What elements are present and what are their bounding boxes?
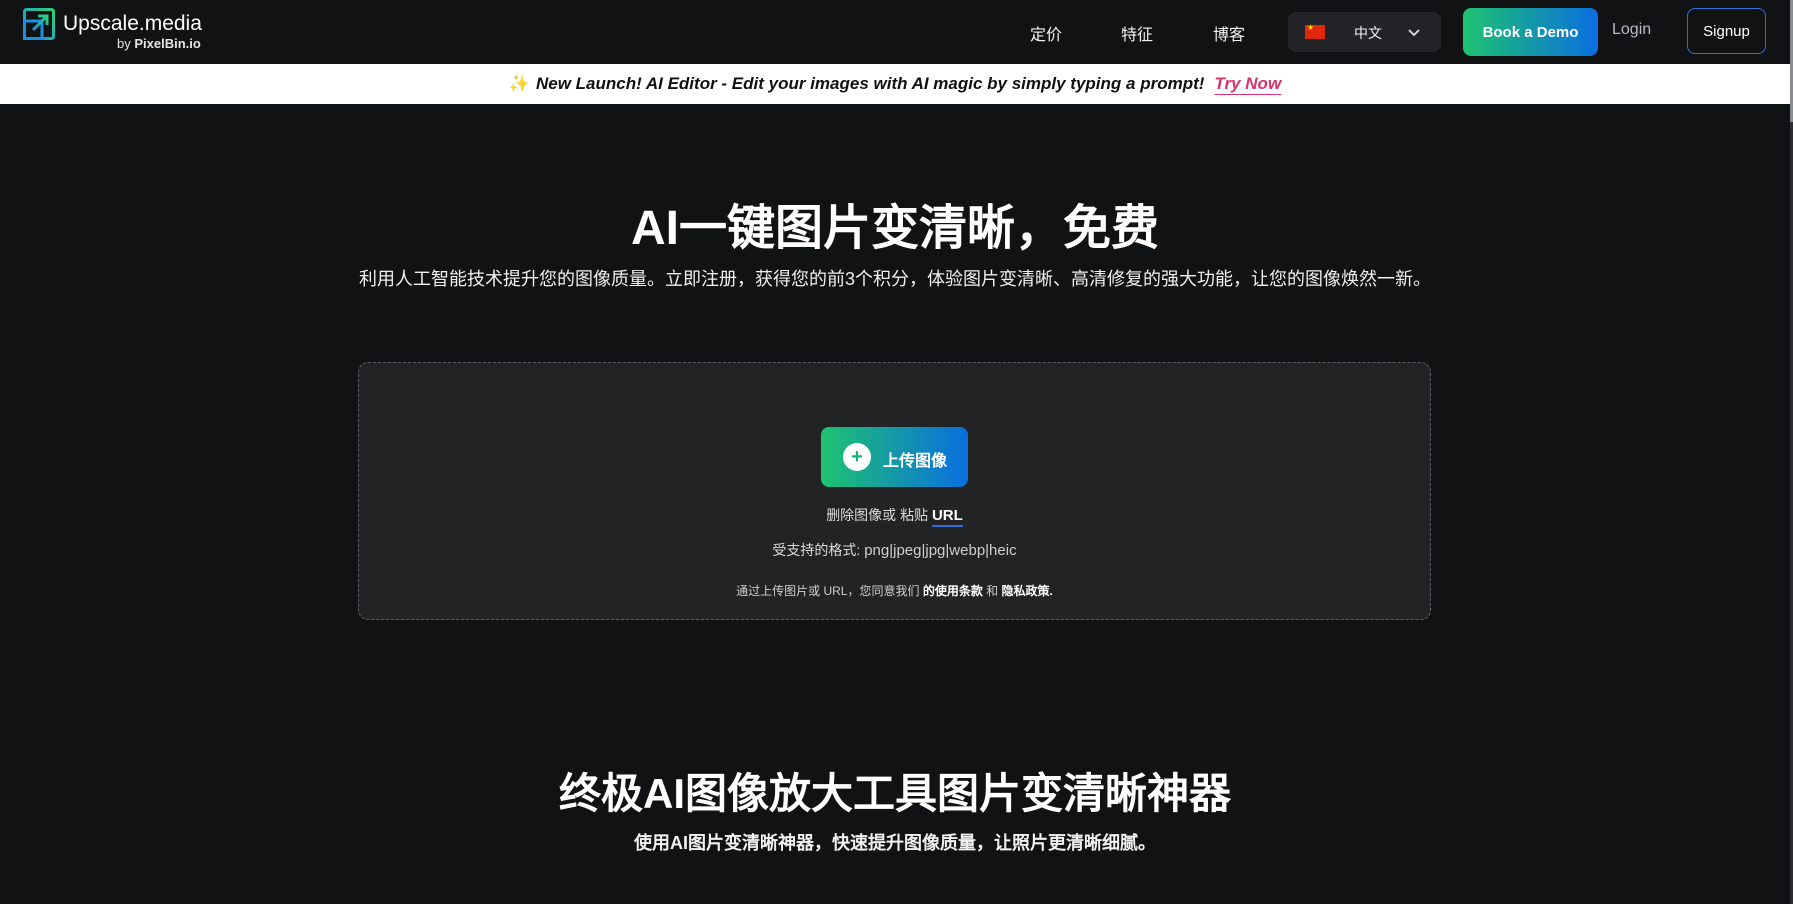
logo-by: by <box>117 36 131 51</box>
china-flag-icon <box>1305 23 1325 39</box>
section-title: 终极AI图像放大工具图片变清晰神器 <box>558 770 1231 817</box>
section-subtitle: 使用AI图片变清晰神器，快速提升图像质量，让照片更清晰细腻。 <box>634 833 1156 853</box>
language-label: 中文 <box>1354 25 1382 41</box>
chevron-down-icon <box>1408 29 1420 37</box>
terms-of-use-link[interactable]: 的使用条款 <box>923 584 983 598</box>
plus-circle-icon: + <box>843 443 871 471</box>
paste-url-link[interactable]: URL <box>931 507 963 527</box>
drop-text: 删除图像或 粘贴 <box>826 507 929 523</box>
sparkle-icon: ✨ <box>508 74 530 93</box>
formats-list: png|jpeg|jpg|webp|heic <box>864 542 1017 559</box>
formats-label: 受支持的格式: <box>772 542 861 558</box>
logo-byline: by PixelBin.io <box>117 36 201 51</box>
book-demo-button[interactable]: Book a Demo <box>1463 8 1598 56</box>
logo-name: Upscale.media <box>63 12 202 35</box>
try-now-link[interactable]: Try Now <box>1214 74 1281 93</box>
language-selector[interactable]: 中文 <box>1288 12 1441 52</box>
nav-blog[interactable]: 博客 <box>1213 21 1245 45</box>
upload-button-label: 上传图像 <box>883 453 948 470</box>
logo-brand: PixelBin.io <box>134 36 201 51</box>
login-link[interactable]: Login <box>1612 21 1651 39</box>
terms-and: 和 <box>986 584 999 598</box>
drop-instructions: 删除图像或 粘贴 URL <box>359 505 1430 527</box>
announcement-banner: ✨ New Launch! AI Editor - Edit your image… <box>0 64 1790 104</box>
nav-features[interactable]: 特征 <box>1121 21 1153 45</box>
banner-text: New Launch! AI Editor - Edit your images… <box>535 74 1205 93</box>
terms-notice: 通过上传图片或 URL，您同意我们 的使用条款 和 隐私政策. <box>359 582 1430 599</box>
signup-button[interactable]: Signup <box>1687 8 1766 54</box>
upscale-arrow-icon <box>23 8 55 40</box>
nav-pricing[interactable]: 定价 <box>1030 21 1062 45</box>
privacy-policy-link[interactable]: 隐私政策. <box>1002 584 1053 598</box>
terms-prefix: 通过上传图片或 URL，您同意我们 <box>736 584 920 598</box>
hero-subtitle: 利用人工智能技术提升您的图像质量。立即注册，获得您的前3个积分，体验图片变清晰、… <box>358 269 1431 289</box>
upload-image-button[interactable]: + 上传图像 <box>821 427 968 487</box>
supported-formats: 受支持的格式: png|jpeg|jpg|webp|heic <box>359 540 1430 560</box>
top-navigation-bar: Upscale.media by PixelBin.io 定价 特征 博客 中文… <box>0 0 1793 64</box>
upload-dropzone[interactable]: + 上传图像 删除图像或 粘贴 URL 受支持的格式: png|jpeg|jpg… <box>358 362 1431 620</box>
hero-title: AI一键图片变清晰，免费 <box>630 202 1159 255</box>
